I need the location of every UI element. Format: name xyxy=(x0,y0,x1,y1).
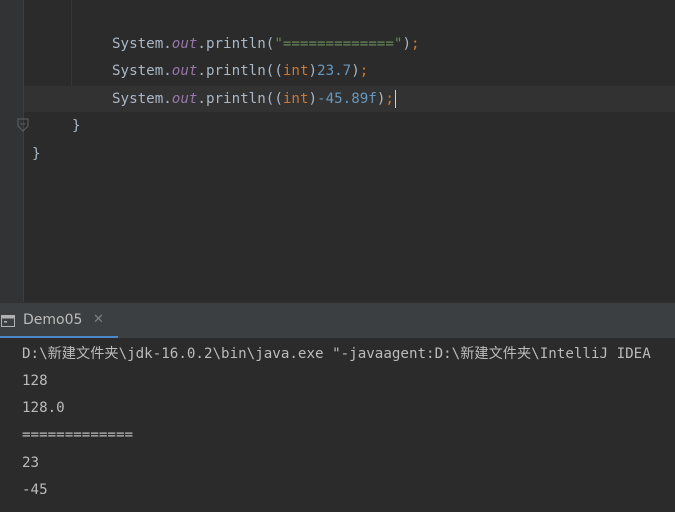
code-dot: . xyxy=(197,36,206,52)
tab-label: Demo05 xyxy=(23,312,83,328)
console-line: D:\新建文件夹\jdk-16.0.2\bin\java.exe "-javaa… xyxy=(22,346,651,362)
code-dot: . xyxy=(163,36,172,52)
tab-demo05[interactable]: Demo05 ✕ xyxy=(0,303,118,339)
code-semicolon: ; xyxy=(359,63,369,79)
code-editor[interactable]: System.out.println("============="); Sys… xyxy=(0,0,675,302)
code-field: out xyxy=(171,91,198,107)
code-receiver: System xyxy=(112,91,164,107)
code-line-current[interactable]: System.out.println((int)-45.89f); xyxy=(112,86,396,112)
code-field: out xyxy=(171,63,198,79)
code-dot: . xyxy=(163,91,172,107)
console-line: -45 xyxy=(22,482,48,498)
console-line: 23 xyxy=(22,455,40,471)
code-method: println( xyxy=(205,91,275,107)
code-method: println( xyxy=(205,63,275,79)
code-dot: . xyxy=(197,63,206,79)
console-line: ============= xyxy=(22,427,134,443)
code-keyword: int xyxy=(282,91,309,107)
code-receiver: System xyxy=(112,36,164,52)
text-caret xyxy=(394,90,396,108)
code-number-literal: -45.89f xyxy=(317,91,377,107)
class-close-brace: } xyxy=(32,146,41,162)
code-field: out xyxy=(171,36,198,52)
code-semicolon: ; xyxy=(385,91,394,107)
code-paren: ( xyxy=(274,63,283,79)
code-number-literal: 23.7 xyxy=(317,63,352,79)
console-line: 128.0 xyxy=(22,400,65,416)
close-icon[interactable]: ✕ xyxy=(93,312,104,327)
fold-marker-icon[interactable] xyxy=(17,118,29,132)
code-line[interactable]: System.out.println("============="); xyxy=(112,31,420,57)
code-paren: ( xyxy=(274,91,283,107)
method-close-brace: } xyxy=(72,118,81,134)
code-line[interactable]: System.out.println((int)23.7); xyxy=(112,58,368,84)
code-receiver: System xyxy=(112,63,164,79)
code-paren: ) xyxy=(402,36,411,52)
code-paren: ) xyxy=(308,91,318,107)
code-string-literal: "=============" xyxy=(274,36,403,52)
code-paren: ) xyxy=(351,63,360,79)
code-keyword: int xyxy=(282,63,309,79)
run-tool-window-header: Demo05 ✕ xyxy=(0,302,675,339)
code-semicolon: ; xyxy=(410,36,420,52)
editor-gutter xyxy=(0,0,24,302)
run-console-output[interactable]: D:\新建文件夹\jdk-16.0.2\bin\java.exe "-javaa… xyxy=(0,338,675,512)
code-dot: . xyxy=(197,91,206,107)
code-dot: . xyxy=(163,63,172,79)
code-paren: ) xyxy=(308,63,318,79)
run-console-icon xyxy=(1,315,15,327)
code-method: println( xyxy=(205,36,275,52)
console-line: 128 xyxy=(22,373,48,389)
